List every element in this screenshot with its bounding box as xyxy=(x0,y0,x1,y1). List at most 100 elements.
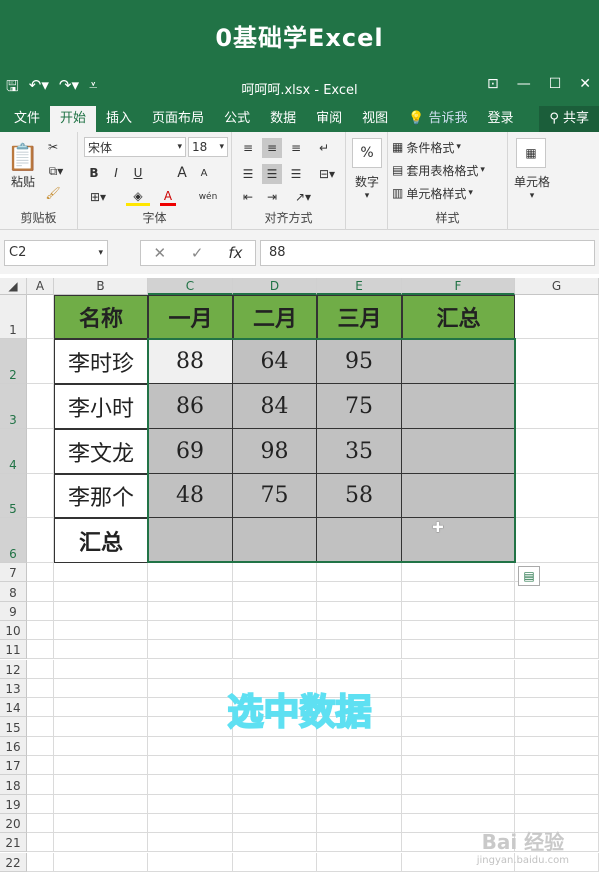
grid-cell[interactable] xyxy=(402,659,515,679)
grid-cell[interactable] xyxy=(148,833,233,853)
grid-cell[interactable] xyxy=(515,620,599,641)
selected-cell[interactable]: 98 xyxy=(233,429,317,474)
selected-cell[interactable] xyxy=(402,429,515,474)
column-header-e[interactable]: E xyxy=(317,278,402,295)
selected-cell[interactable]: 75 xyxy=(233,474,317,518)
table-header-cell[interactable]: 一月 xyxy=(148,295,233,339)
column-header-g[interactable]: G xyxy=(515,278,599,295)
align-center-icon[interactable]: ☰ xyxy=(262,164,282,184)
cells-icon[interactable]: ▦ xyxy=(516,138,546,168)
insert-function-icon[interactable]: fx xyxy=(228,244,242,262)
grid-cell[interactable] xyxy=(317,582,402,602)
grid-cell[interactable] xyxy=(27,563,54,583)
selected-cell[interactable]: 84 xyxy=(233,384,317,429)
chevron-down-icon[interactable]: ▾ xyxy=(525,190,539,202)
grid-cell[interactable] xyxy=(515,295,599,339)
grid-cell[interactable] xyxy=(148,736,233,756)
select-all-corner[interactable]: ◢ xyxy=(0,278,27,295)
grid-cell[interactable] xyxy=(148,620,233,641)
tab-view[interactable]: 视图 xyxy=(352,106,398,132)
grid-cell[interactable] xyxy=(515,429,599,474)
grid-cell[interactable] xyxy=(54,794,148,814)
grid-cell[interactable] xyxy=(148,601,233,621)
grid-cell[interactable] xyxy=(54,640,148,660)
table-header-cell[interactable]: 汇总 xyxy=(402,295,515,339)
grid-cell[interactable] xyxy=(317,794,402,814)
row-name-cell[interactable]: 李那个 xyxy=(54,474,148,518)
grid-cell[interactable] xyxy=(54,736,148,756)
grid-cell[interactable] xyxy=(148,582,233,602)
table-header-cell[interactable]: 三月 xyxy=(317,295,402,339)
font-size-select[interactable]: 18 ▾ xyxy=(188,137,228,157)
grid-cell[interactable] xyxy=(402,756,515,776)
paste-button[interactable]: 📋 粘贴 xyxy=(6,138,40,194)
grid-cell[interactable] xyxy=(515,736,599,756)
row-name-cell[interactable]: 李文龙 xyxy=(54,429,148,474)
selected-cell[interactable]: 58 xyxy=(317,474,402,518)
grid-cell[interactable] xyxy=(233,563,317,583)
grid-cell[interactable] xyxy=(402,582,515,602)
grid-cell[interactable] xyxy=(515,756,599,776)
grid-cell[interactable] xyxy=(233,736,317,756)
grid-cell[interactable] xyxy=(515,384,599,429)
grid-cell[interactable] xyxy=(233,640,317,660)
selected-cell[interactable]: 95 xyxy=(317,339,402,384)
cell-styles-button[interactable]: ▥ 单元格样式 ▾ xyxy=(392,183,506,203)
grid-cell[interactable] xyxy=(148,813,233,834)
fill-color-icon[interactable]: ◈ xyxy=(126,188,150,206)
login-link[interactable]: 登录 xyxy=(477,106,523,132)
grid-cell[interactable] xyxy=(233,794,317,814)
selected-cell[interactable] xyxy=(402,339,515,384)
grid-cell[interactable] xyxy=(27,659,54,679)
grid-cell[interactable] xyxy=(317,775,402,795)
grid-cell[interactable] xyxy=(317,756,402,776)
row-header[interactable]: 17 xyxy=(0,756,27,776)
number-format-button[interactable]: % xyxy=(352,138,382,168)
grid-cell[interactable] xyxy=(27,794,54,814)
grid-cell[interactable] xyxy=(233,601,317,621)
row-header[interactable]: 16 xyxy=(0,736,27,756)
grid-cell[interactable] xyxy=(402,736,515,756)
phonetic-icon[interactable]: wén xyxy=(196,188,220,206)
grid-cell[interactable] xyxy=(402,640,515,660)
grid-cell[interactable] xyxy=(54,775,148,795)
copy-icon[interactable]: ⧉▾ xyxy=(44,162,68,180)
format-painter-icon[interactable]: 🖌 xyxy=(44,184,62,202)
grid-cell[interactable] xyxy=(402,620,515,641)
grid-cell[interactable] xyxy=(515,601,599,621)
decrease-indent-icon[interactable]: ⇤ xyxy=(238,188,258,206)
conditional-format-button[interactable]: ▦ 条件格式 ▾ xyxy=(392,137,506,157)
row-header[interactable]: 8 xyxy=(0,582,27,602)
row-header[interactable]: 21 xyxy=(0,833,27,853)
grid-cell[interactable] xyxy=(54,620,148,641)
row-header[interactable]: 11 xyxy=(0,640,27,660)
column-header-b[interactable]: B xyxy=(54,278,148,295)
maximize-icon[interactable]: ☐ xyxy=(549,76,562,92)
close-icon[interactable]: ✕ xyxy=(579,76,591,92)
italic-button[interactable]: I xyxy=(108,164,124,182)
name-box[interactable]: C2 ▾ xyxy=(4,240,108,266)
grid-cell[interactable] xyxy=(317,813,402,834)
grid-cell[interactable] xyxy=(515,474,599,518)
tab-home[interactable]: 开始 xyxy=(50,106,97,132)
grid-cell[interactable] xyxy=(402,794,515,814)
grid-cell[interactable] xyxy=(27,640,54,660)
align-bottom-icon[interactable]: ≡ xyxy=(286,138,306,158)
selected-cell[interactable] xyxy=(402,384,515,429)
grid-cell[interactable] xyxy=(233,756,317,776)
selected-cell[interactable]: 75 xyxy=(317,384,402,429)
tell-me-box[interactable]: 💡 告诉我 xyxy=(398,106,477,132)
increase-indent-icon[interactable]: ⇥ xyxy=(262,188,282,206)
tab-data[interactable]: 数据 xyxy=(260,106,306,132)
column-header-c[interactable]: C xyxy=(148,278,233,295)
row-header[interactable]: 12 xyxy=(0,659,27,679)
grid-cell[interactable] xyxy=(233,813,317,834)
align-middle-icon[interactable]: ≡ xyxy=(262,138,282,158)
grid-cell[interactable] xyxy=(402,563,515,583)
column-header-d[interactable]: D xyxy=(233,278,317,295)
row-header[interactable]: 20 xyxy=(0,813,27,834)
grid-cell[interactable] xyxy=(27,582,54,602)
row-header[interactable]: 22 xyxy=(0,852,27,872)
selected-cell[interactable]: 35 xyxy=(317,429,402,474)
selected-cell[interactable] xyxy=(233,518,317,563)
